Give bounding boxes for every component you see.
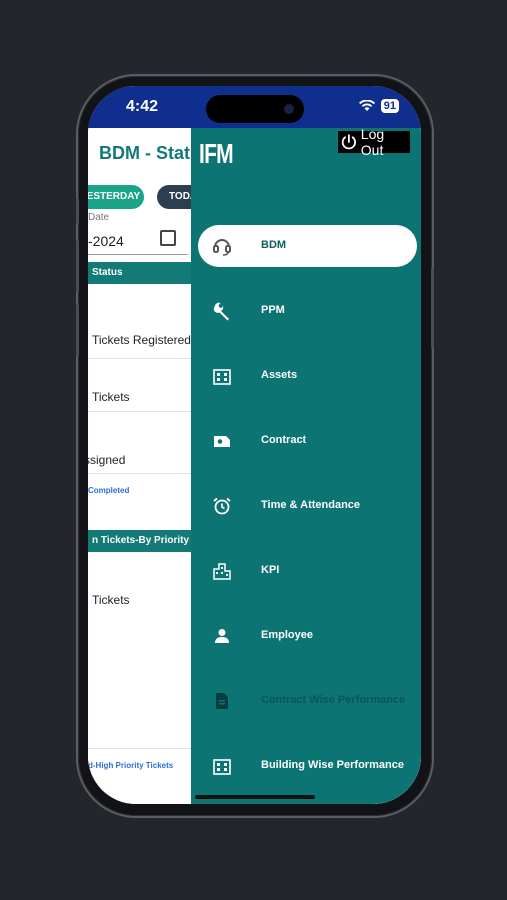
building-icon <box>213 369 231 385</box>
date-field[interactable]: -2024 <box>88 233 124 249</box>
headset-icon <box>213 239 231 256</box>
volume-up-button <box>76 240 79 292</box>
tickets-registered-label[interactable]: Tickets Registered <box>92 333 191 347</box>
menu-item-assets[interactable]: Assets <box>198 355 417 397</box>
menu-item-label: KPI <box>261 564 280 576</box>
power-button <box>431 268 434 348</box>
menu-item-label: Contract Wise Performance <box>261 694 406 706</box>
city-icon <box>213 563 231 580</box>
home-indicator[interactable] <box>195 795 315 799</box>
high-priority-link[interactable]: d-High Priority Tickets <box>88 761 173 770</box>
report-icon <box>216 693 228 709</box>
calendar-icon[interactable] <box>160 230 176 246</box>
menu-item-contract-wise-performance[interactable]: Contract Wise Performance <box>198 680 417 722</box>
menu-item-label: PPM <box>261 304 285 316</box>
menu-item-bdm[interactable]: BDM <box>198 225 417 267</box>
navigation-drawer: IFM Log Out BDM PPM Assets Contract Time… <box>191 126 421 804</box>
phone-screen: 4:42 91 BDM - Status YESTERDAY TODAY Dat… <box>88 86 421 804</box>
menu-item-label: Employee <box>261 629 313 641</box>
mute-switch <box>76 198 79 224</box>
menu-item-time-attendance[interactable]: Time & Attendance <box>198 485 417 527</box>
dynamic-island <box>206 95 304 123</box>
assigned-label[interactable]: ssigned <box>88 453 125 467</box>
tickets-label[interactable]: Tickets <box>92 390 130 404</box>
yesterday-filter-button[interactable]: YESTERDAY <box>88 185 144 209</box>
completed-link[interactable]: Completed <box>88 486 129 495</box>
date-label: Date <box>88 212 110 223</box>
priority-section-header: n Tickets-By Priority <box>88 530 196 552</box>
wifi-icon <box>358 100 375 111</box>
menu-item-label: BDM <box>261 239 287 251</box>
menu-item-label: Contract <box>261 434 307 446</box>
menu-item-kpi[interactable]: KPI <box>198 550 417 592</box>
logout-label: Log Out <box>360 126 385 158</box>
wrench-icon <box>213 302 229 321</box>
date-underline <box>88 254 188 255</box>
building-icon <box>213 759 231 775</box>
status-bar: 4:42 91 <box>88 86 421 128</box>
power-icon <box>341 134 356 150</box>
menu-item-label: Time & Attendance <box>261 499 361 511</box>
ifm-logo: IFM <box>199 138 234 169</box>
document-card-icon <box>214 436 230 447</box>
menu-item-building-wise-performance[interactable]: Building Wise Performance <box>198 745 417 787</box>
alarm-clock-icon <box>213 497 231 515</box>
clock: 4:42 <box>126 98 159 115</box>
menu-item-label: Building Wise Performance <box>261 759 404 771</box>
menu-item-employee[interactable]: Employee <box>198 615 417 657</box>
menu-item-contract[interactable]: Contract <box>198 420 417 462</box>
status-section-header: Status <box>88 262 196 284</box>
volume-down-button <box>76 304 79 356</box>
battery-icon: 91 <box>380 99 399 113</box>
menu-item-label: Assets <box>261 369 298 381</box>
person-icon <box>215 629 229 643</box>
menu-item-ppm[interactable]: PPM <box>198 290 417 332</box>
priority-tickets-label[interactable]: Tickets <box>92 593 130 607</box>
logout-button[interactable]: Log Out <box>338 126 410 158</box>
